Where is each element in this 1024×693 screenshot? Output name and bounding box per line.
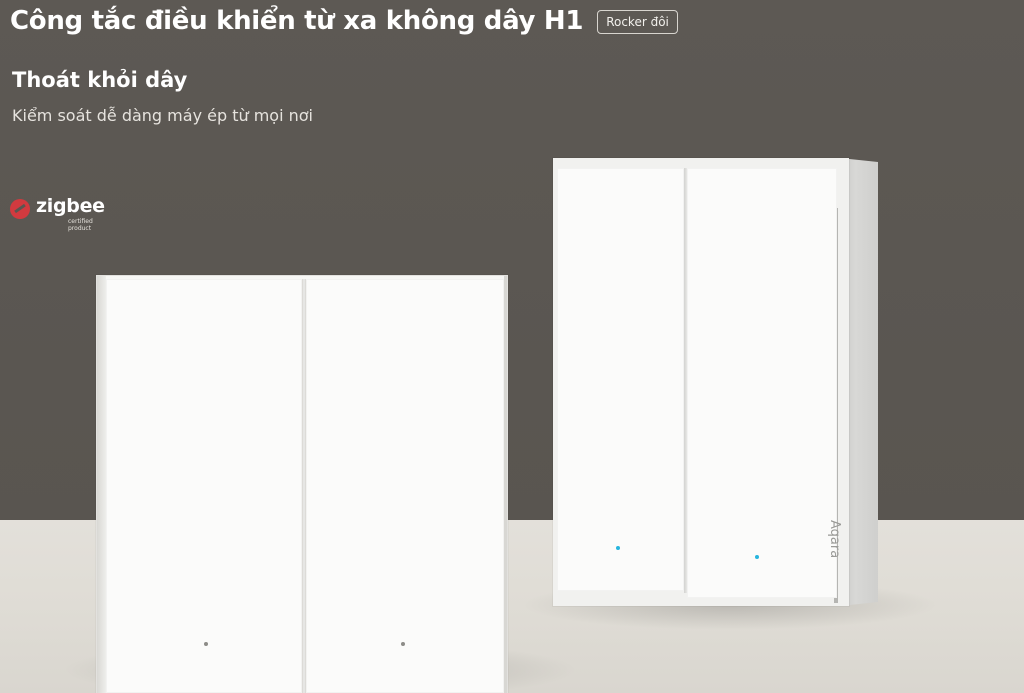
title-row: Công tắc điều khiển từ xa không dây H1 R… <box>10 6 678 36</box>
front-switch-left-rocker <box>106 279 302 693</box>
product-title: Công tắc điều khiển từ xa không dây H1 <box>10 6 584 36</box>
front-switch-right-rocker <box>306 279 504 693</box>
zigbee-mark-icon <box>10 199 30 219</box>
zigbee-certified-logo: zigbee certified product <box>10 195 120 241</box>
back-switch-divider <box>684 168 687 593</box>
back-left-indicator-led <box>616 546 620 550</box>
back-right-indicator-led <box>755 555 759 559</box>
front-right-indicator-led <box>401 642 405 646</box>
back-switch-left-rocker <box>557 168 684 591</box>
front-switch-frame-edge <box>97 276 106 693</box>
front-wall-switch <box>96 275 508 693</box>
zigbee-wordmark: zigbee <box>36 195 105 217</box>
feature-description: Kiểm soát dễ dàng máy ép từ mọi nơi <box>12 106 313 125</box>
product-hero-scene: Công tắc điều khiển từ xa không dây H1 R… <box>0 0 1024 693</box>
feature-heading: Thoát khỏi dây <box>12 68 188 92</box>
zigbee-certified-caption: certified product <box>68 218 93 232</box>
variant-badge[interactable]: Rocker đôi <box>597 10 678 34</box>
front-left-indicator-led <box>204 642 208 646</box>
aqara-brand-mark: Aqara <box>827 520 842 559</box>
